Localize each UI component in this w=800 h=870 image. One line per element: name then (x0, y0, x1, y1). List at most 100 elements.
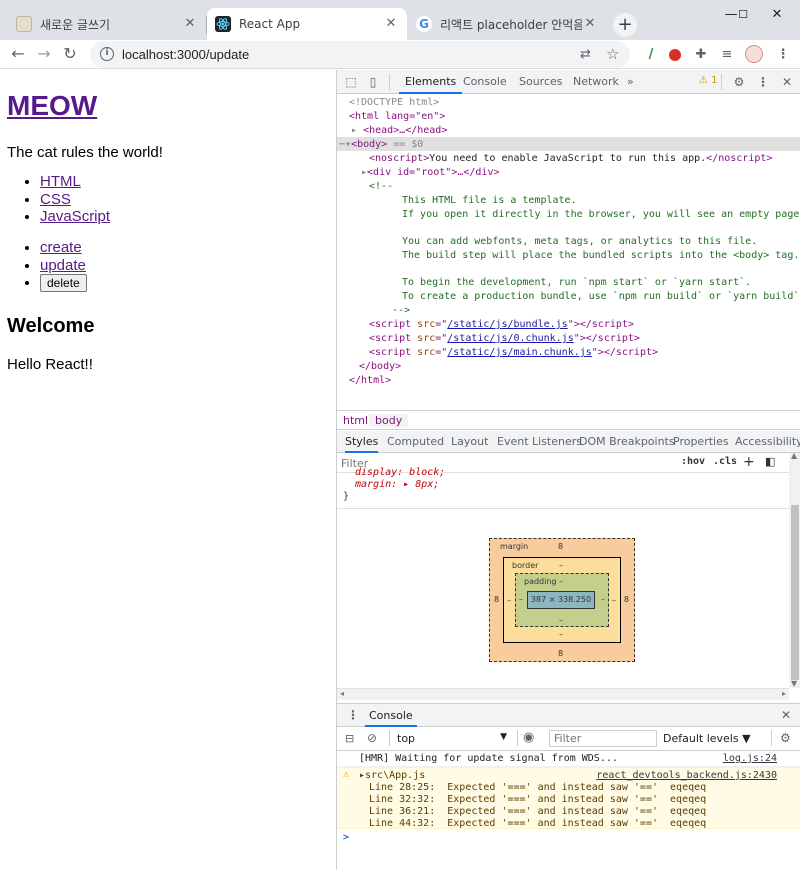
dom-doctype[interactable]: <!DOCTYPE html> (349, 96, 439, 110)
close-tab-icon[interactable]: ✕ (182, 16, 198, 32)
noscript-text: You need to enable JavaScript to run thi… (429, 153, 707, 164)
tab-network[interactable]: Network (567, 70, 625, 94)
scrollbar-thumb[interactable] (791, 505, 799, 680)
dom-html-close[interactable]: </html> (349, 374, 391, 388)
menu-icon[interactable]: ⋮ (773, 45, 793, 65)
style-declaration[interactable]: margin: ▸ 8px; (355, 479, 439, 491)
dom-root-row[interactable]: ▸<div id="root">…</div> (361, 166, 499, 180)
inspect-element-icon[interactable]: ⬚ (343, 74, 359, 90)
forward-button[interactable]: → (32, 42, 56, 66)
new-tab-button[interactable]: + (613, 13, 637, 37)
translate-icon[interactable]: ⇄ (580, 47, 591, 62)
live-expression-eye-icon[interactable]: ◉ (523, 730, 534, 745)
expand-arrow-icon[interactable]: ▸ (351, 125, 357, 136)
dom-script-row[interactable]: <script src="/static/js/bundle.js"></scr… (369, 318, 634, 332)
url-text[interactable]: localhost:3000/update (122, 47, 249, 62)
avatar[interactable] (744, 45, 764, 65)
console-output: [HMR] Waiting for update signal from WDS… (337, 751, 800, 870)
playlist-icon[interactable]: ≡ (717, 45, 737, 65)
hover-state-toggle[interactable]: :hov (681, 456, 705, 467)
create-link[interactable]: create (40, 239, 82, 256)
drawer-tab-console[interactable]: Console (365, 704, 417, 727)
scroll-left-arrow-icon[interactable]: ◂ (340, 689, 344, 698)
tab-google-search[interactable]: G 리액트 placeholder 안먹음 - Go ✕ (408, 8, 606, 40)
address-bar[interactable]: i localhost:3000/update ⇄ ☆ (90, 41, 630, 68)
site-info-icon[interactable]: i (100, 47, 114, 61)
styles-scrollbar[interactable]: ▲ ▼ (789, 451, 800, 688)
breadcrumb-html[interactable]: html (343, 414, 368, 427)
tab-accessibility[interactable]: Accessibility (735, 431, 800, 453)
update-link[interactable]: update (40, 257, 86, 274)
tab-layout[interactable]: Layout (451, 431, 488, 453)
dom-head-row[interactable]: ▸ <head>…</head> (351, 124, 447, 138)
console-source-link[interactable]: react_devtools_backend.js:2430 (596, 770, 777, 781)
puzzle-icon[interactable]: ✚ (691, 45, 711, 65)
tab-react-app[interactable]: React App ✕ (207, 8, 407, 40)
home-link[interactable]: MEOW (7, 90, 97, 121)
dom-script-row[interactable]: <script src="/static/js/main.chunk.js"><… (369, 346, 658, 360)
clear-console-icon[interactable]: ⊘ (367, 731, 377, 745)
tab-properties[interactable]: Properties (673, 431, 729, 453)
back-button[interactable]: ← (6, 42, 30, 66)
dom-script-row[interactable]: <script src="/static/js/0.chunk.js"></sc… (369, 332, 640, 346)
warning-badge[interactable]: ⚠ 1 (699, 75, 718, 86)
tab-computed[interactable]: Computed (387, 431, 444, 453)
log-levels-dropdown[interactable]: Default levels ▼ (663, 732, 751, 745)
box-border[interactable]: border – – – – padding – – – – 387 × 338… (503, 557, 621, 643)
box-padding[interactable]: padding – – – – 387 × 338.250 (515, 573, 609, 627)
class-toggle[interactable]: .cls (713, 456, 737, 467)
tab-sources[interactable]: Sources (513, 70, 569, 94)
tab-styles[interactable]: Styles (345, 431, 379, 453)
dom-html-open[interactable]: <html lang="en"> (349, 110, 445, 124)
close-tab-icon[interactable]: ✕ (582, 16, 598, 32)
delete-button[interactable]: delete (40, 274, 87, 292)
dom-body-row[interactable]: ⋯▾<body> == $0 (339, 138, 423, 152)
react-favicon-icon (215, 16, 231, 32)
console-filter-input[interactable] (549, 730, 657, 747)
console-prompt-row[interactable]: > (337, 831, 800, 847)
breadcrumb-body[interactable]: body (369, 414, 409, 427)
more-tabs-button[interactable]: » (621, 70, 640, 94)
star-icon[interactable]: ☆ (606, 45, 619, 63)
settings-gear-icon[interactable]: ⚙ (731, 74, 747, 90)
topic-link-javascript[interactable]: JavaScript (40, 208, 110, 225)
script-src-link[interactable]: /static/js/main.chunk.js (447, 347, 592, 358)
close-window-button[interactable]: ✕ (754, 0, 800, 30)
context-selector[interactable]: top ▼ (397, 732, 507, 745)
close-drawer-icon[interactable]: ✕ (781, 708, 791, 722)
close-devtools-icon[interactable]: ✕ (779, 74, 795, 90)
reload-button[interactable]: ↻ (58, 42, 82, 66)
dom-body-close[interactable]: </body> (359, 360, 401, 374)
tab-new-post[interactable]: 새로운 글쓰기 ✕ (8, 8, 206, 40)
tab-console[interactable]: Console (457, 70, 513, 94)
script-src-link[interactable]: /static/js/bundle.js (447, 319, 567, 330)
topic-link-html[interactable]: HTML (40, 173, 81, 190)
devtools-menu-icon[interactable]: ⋮ (755, 74, 771, 90)
styles-horizontal-scrollbar[interactable]: ◂ ▸ (337, 688, 789, 700)
console-source-link[interactable]: log.js:24 (723, 753, 777, 764)
style-declaration[interactable]: display: block; (355, 467, 445, 479)
tab-dom-breakpoints[interactable]: DOM Breakpoints (579, 431, 675, 453)
dom-noscript-row[interactable]: <noscript>You need to enable JavaScript … (369, 152, 772, 166)
console-warning-title[interactable]: ▸src\App.js (359, 770, 425, 781)
toggle-sidebar-icon[interactable]: ◧ (765, 455, 775, 468)
topic-link-css[interactable]: CSS (40, 191, 71, 208)
extension-icon[interactable]: / (641, 45, 661, 65)
console-prompt[interactable]: > (343, 832, 349, 843)
box-content[interactable]: 387 × 338.250 (527, 591, 595, 609)
console-settings-gear-icon[interactable]: ⚙ (780, 731, 791, 745)
scroll-right-arrow-icon[interactable]: ▸ (782, 689, 786, 698)
drawer-menu-icon[interactable]: ⋮ (347, 708, 359, 722)
box-margin[interactable]: margin 8 8 8 8 border – – – – padding – … (489, 538, 635, 662)
scroll-up-arrow-icon[interactable]: ▲ (791, 451, 797, 460)
scroll-down-arrow-icon[interactable]: ▼ (791, 679, 797, 688)
context-value: top (397, 732, 416, 745)
tab-elements[interactable]: Elements (399, 70, 463, 94)
device-toolbar-icon[interactable]: ▯ (365, 74, 381, 90)
console-sidebar-icon[interactable]: ⊟ (345, 732, 354, 745)
script-src-link[interactable]: /static/js/0.chunk.js (447, 333, 573, 344)
add-rule-icon[interactable]: + (743, 454, 755, 470)
extension-icon[interactable] (665, 45, 685, 65)
close-tab-icon[interactable]: ✕ (383, 16, 399, 32)
tab-event-listeners[interactable]: Event Listeners (497, 431, 582, 453)
